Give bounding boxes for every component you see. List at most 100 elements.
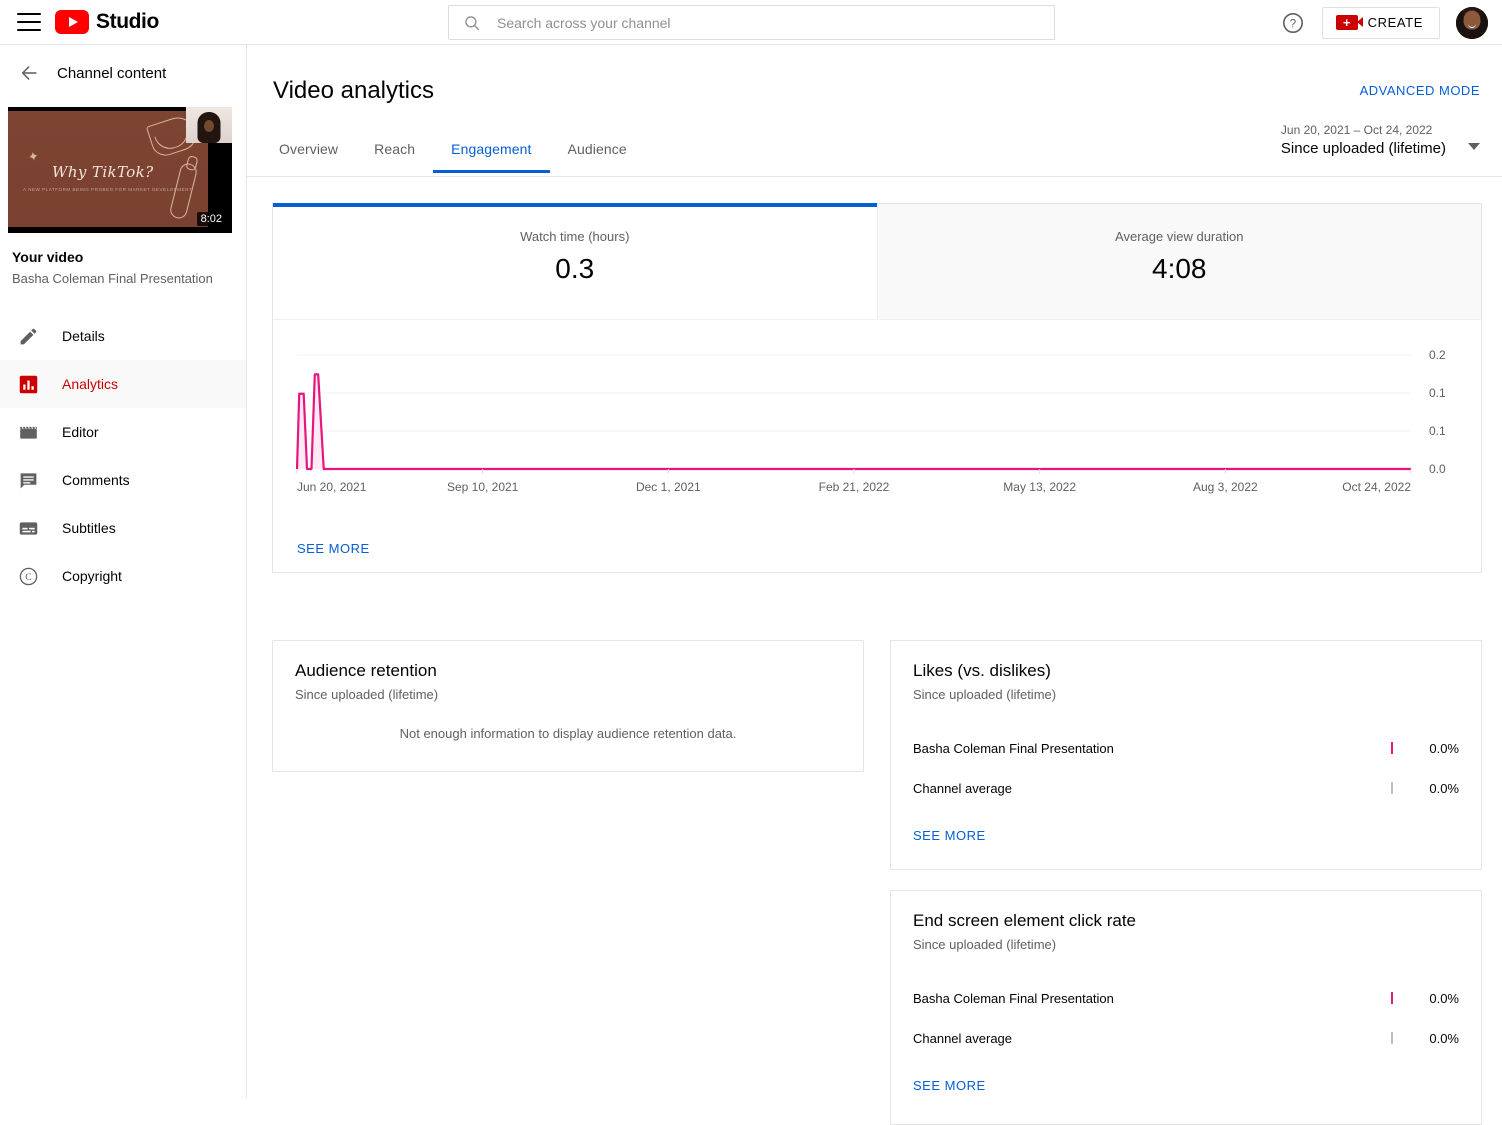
subtitles-icon	[16, 516, 40, 540]
metric-label: Watch time (hours)	[520, 229, 630, 244]
youtube-play-icon	[55, 10, 89, 34]
row-label: Basha Coleman Final Presentation	[913, 740, 1114, 756]
audience-retention-empty-message: Not enough information to display audien…	[399, 726, 737, 741]
likes-see-more-button[interactable]: SEE MORE	[913, 828, 986, 843]
date-range-preset: Since uploaded (lifetime)	[1280, 140, 1446, 157]
card-subtitle: Since uploaded (lifetime)	[913, 937, 1057, 952]
your-video-label: Your video	[12, 249, 84, 265]
card-subtitle: Since uploaded (lifetime)	[913, 687, 1057, 702]
search-bar[interactable]	[448, 5, 1055, 40]
tab-engagement[interactable]: Engagement	[433, 141, 550, 173]
row-label: Channel average	[913, 1030, 1013, 1046]
metric-tab-strip: Watch time (hours) 0.3 Average view dura…	[273, 203, 1481, 320]
sidebar-item-label: Comments	[62, 472, 130, 488]
hamburger-icon[interactable]	[17, 13, 41, 31]
sidebar-menu: Details Analytics Editor Comments Subtit…	[0, 312, 246, 600]
tab-audience[interactable]: Audience	[550, 141, 645, 173]
brand-label: Studio	[96, 10, 159, 33]
thumbnail-title: Why TikTok?	[52, 163, 154, 181]
help-circle-icon[interactable]: ?	[1280, 10, 1306, 36]
search-icon	[463, 14, 481, 32]
bar-chart-icon	[16, 372, 40, 396]
create-button-label: CREATE	[1367, 15, 1423, 30]
sparkle-icon: ✦	[26, 148, 41, 165]
tab-overview[interactable]: Overview	[273, 141, 356, 173]
row-bar-slot	[1303, 782, 1403, 794]
video-duration-badge: 8:02	[196, 212, 226, 226]
top-bar: Studio ? + CREATE	[0, 0, 1502, 45]
svg-text:0.1: 0.1	[1429, 386, 1446, 400]
sidebar-item-label: Subtitles	[62, 520, 116, 536]
search-input[interactable]	[497, 14, 1054, 31]
youtube-studio-logo[interactable]: Studio	[55, 10, 159, 34]
likes-vs-dislikes-card: Likes (vs. dislikes) Since uploaded (lif…	[890, 640, 1482, 870]
sidebar-item-label: Copyright	[62, 568, 122, 584]
metric-tab-average-view-duration[interactable]: Average view duration 4:08	[876, 204, 1481, 319]
chevron-down-icon[interactable]	[1468, 143, 1480, 150]
metric-value: 4:08	[1152, 253, 1207, 284]
sidebar-item-copyright[interactable]: C Copyright	[0, 552, 246, 600]
advanced-mode-button[interactable]: ADVANCED MODE	[1360, 83, 1480, 98]
row-bar-slot	[1303, 992, 1403, 1004]
sidebar-item-label: Editor	[62, 424, 99, 440]
clapboard-icon	[16, 420, 40, 444]
sidebar-header: Channel content	[0, 45, 246, 101]
sidebar-item-comments[interactable]: Comments	[0, 456, 246, 504]
row-label: Channel average	[913, 780, 1013, 796]
svg-text:Feb 21, 2022: Feb 21, 2022	[819, 480, 890, 494]
create-button[interactable]: + CREATE	[1321, 6, 1440, 39]
sidebar: Channel content ✦ Why TikTok? A NEW PLAT…	[0, 45, 247, 1098]
thumbnail-slide-art: ✦ Why TikTok? A NEW PLATFORM BEING PROBE…	[8, 111, 208, 227]
svg-text:Sep 10, 2021: Sep 10, 2021	[447, 480, 519, 494]
sidebar-item-subtitles[interactable]: Subtitles	[0, 504, 246, 552]
row-label: Basha Coleman Final Presentation	[913, 990, 1114, 1006]
card-title: End screen element click rate	[913, 911, 1136, 930]
svg-text:May 13, 2022: May 13, 2022	[1003, 480, 1076, 494]
bar-indicator	[1391, 992, 1393, 1004]
chart-svg: 0.2 0.1 0.1 0.0 Jun 20, 2021 Sep 10, 2021 Dec …	[295, 348, 1446, 494]
table-row: Basha Coleman Final Presentation 0.0%	[913, 728, 1459, 768]
audience-retention-card: Audience retention Since uploaded (lifet…	[272, 640, 864, 772]
row-value: 0.0%	[1429, 740, 1459, 756]
metric-tab-watch-time[interactable]: Watch time (hours) 0.3	[273, 203, 877, 319]
webcam-overlay	[186, 107, 232, 143]
watch-time-chart-card: Watch time (hours) 0.3 Average view dura…	[272, 203, 1482, 573]
date-range-dates: Jun 20, 2021 – Oct 24, 2022	[1280, 123, 1433, 137]
sidebar-item-analytics[interactable]: Analytics	[0, 360, 246, 408]
tab-reach[interactable]: Reach	[356, 141, 433, 173]
svg-text:Jun 20, 2021: Jun 20, 2021	[297, 480, 367, 494]
svg-text:Oct 24, 2022: Oct 24, 2022	[1342, 480, 1411, 494]
sidebar-item-editor[interactable]: Editor	[0, 408, 246, 456]
video-thumbnail[interactable]: ✦ Why TikTok? A NEW PLATFORM BEING PROBE…	[8, 107, 232, 233]
chart-see-more-button[interactable]: SEE MORE	[297, 541, 370, 556]
row-value: 0.0%	[1429, 990, 1459, 1006]
svg-text:Dec 1, 2021: Dec 1, 2021	[636, 480, 701, 494]
card-subtitle: Since uploaded (lifetime)	[295, 687, 439, 702]
metric-value: 0.3	[555, 253, 595, 284]
svg-text:0.2: 0.2	[1429, 348, 1446, 362]
row-bar-slot	[1303, 742, 1403, 754]
date-range-selector[interactable]: Jun 20, 2021 – Oct 24, 2022 Since upload…	[1281, 123, 1480, 157]
card-title: Likes (vs. dislikes)	[913, 661, 1051, 680]
copyright-icon: C	[16, 564, 40, 588]
pencil-icon	[16, 324, 40, 348]
table-row: Channel average 0.0%	[913, 768, 1459, 808]
endscreen-see-more-button[interactable]: SEE MORE	[913, 1078, 986, 1093]
video-meta: Your video Basha Coleman Final Presentat…	[0, 233, 246, 286]
svg-text:?: ?	[1289, 18, 1295, 30]
row-value: 0.0%	[1429, 1030, 1459, 1046]
sidebar-item-label: Details	[62, 328, 105, 344]
tabs-divider	[247, 176, 1502, 177]
card-title: Audience retention	[295, 661, 437, 680]
back-arrow-icon[interactable]	[16, 59, 44, 87]
svg-text:0.1: 0.1	[1429, 424, 1446, 438]
bar-indicator	[1391, 742, 1393, 754]
video-title: Basha Coleman Final Presentation	[12, 271, 213, 286]
main-content: Video analytics ADVANCED MODE Jun 20, 20…	[247, 45, 1502, 1125]
table-row: Channel average 0.0%	[913, 1018, 1459, 1058]
avatar[interactable]	[1456, 6, 1488, 39]
analytics-tabs: Overview Reach Engagement Audience	[273, 141, 645, 173]
sidebar-item-details[interactable]: Details	[0, 312, 246, 360]
bar-indicator	[1391, 1032, 1393, 1044]
thumbnail-subtitle: A NEW PLATFORM BEING PROBED FOR MARKET D…	[23, 187, 193, 192]
